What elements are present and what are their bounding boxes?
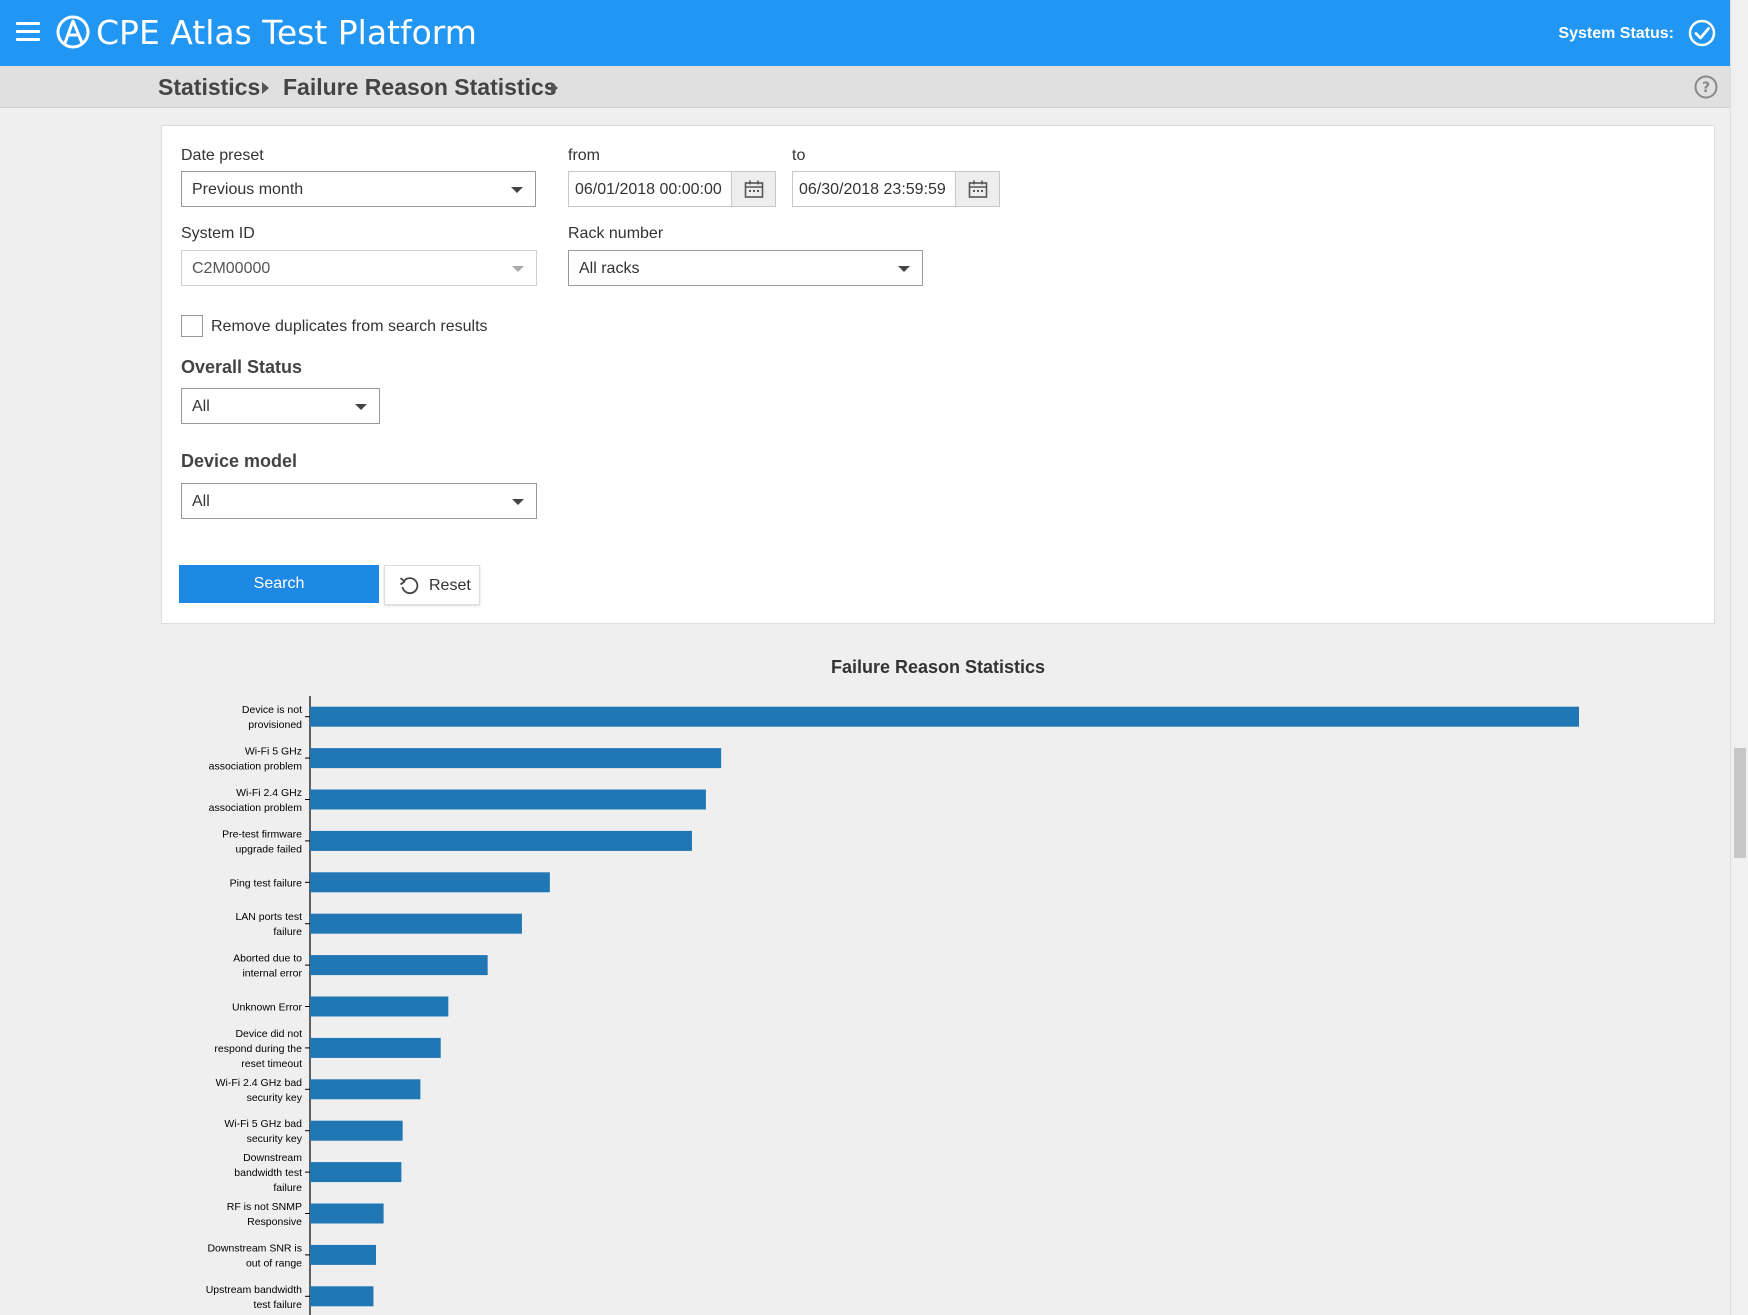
chart-bar[interactable] <box>310 706 1579 727</box>
y-tick-label: LAN ports test failure <box>235 911 302 938</box>
y-tick-label: Downstream bandwidth test failure <box>234 1152 302 1194</box>
y-tick-label: Wi-Fi 5 GHz association problem <box>209 746 303 773</box>
chart-bar[interactable] <box>310 1162 402 1183</box>
chart-bar[interactable] <box>310 1037 441 1058</box>
y-tick-label: Pre-test firmware upgrade failed <box>222 828 302 855</box>
y-tick-label: Device did not respond during the reset ti… <box>214 1028 302 1070</box>
scrollbar-thumb[interactable] <box>1734 748 1746 858</box>
chart-bar[interactable] <box>310 996 449 1017</box>
chart-bar[interactable] <box>310 1079 421 1100</box>
y-tick-label: Downstream SNR is out of range <box>207 1242 302 1269</box>
chart-bar[interactable] <box>310 1244 376 1265</box>
failure-reason-chart: Device is not provisioned Wi-Fi 5 GHz assoc… <box>206 696 1579 1315</box>
chart-bar[interactable] <box>310 1203 384 1224</box>
y-tick-label: Wi-Fi 5 GHz bad security key <box>224 1118 302 1145</box>
chart-bar[interactable] <box>310 872 550 893</box>
chart-bar[interactable] <box>310 955 488 976</box>
chart-bar[interactable] <box>310 913 522 934</box>
y-tick-label: Upstream bandwidth test failure <box>206 1284 302 1311</box>
y-tick-label: Aborted due to internal error <box>233 953 302 980</box>
y-tick-label: Unknown Error <box>232 1002 303 1014</box>
y-tick-label: Device is not provisioned <box>242 704 302 731</box>
chart-bar[interactable] <box>310 1286 374 1307</box>
chart-bar[interactable] <box>310 748 722 769</box>
chart-bar[interactable] <box>310 1120 403 1141</box>
chart-bar[interactable] <box>310 789 706 810</box>
y-tick-label: RF is not SNMP Responsive <box>227 1201 302 1228</box>
y-tick-label: Wi-Fi 2.4 GHz association problem <box>209 787 303 814</box>
chart-bar[interactable] <box>310 830 692 851</box>
y-tick-label: Ping test failure <box>230 877 303 889</box>
y-tick-label: Wi-Fi 2.4 GHz bad security key <box>216 1077 303 1104</box>
